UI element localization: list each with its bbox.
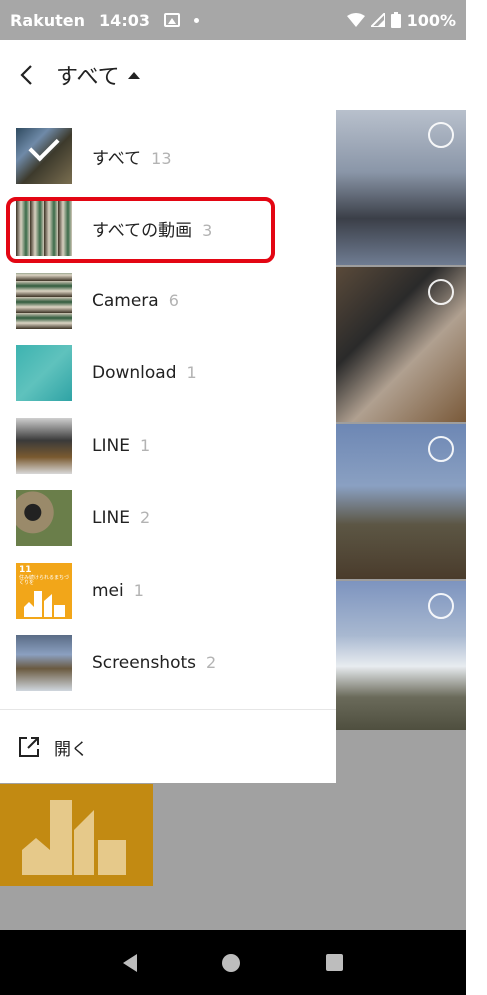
image-notification-icon	[163, 13, 180, 27]
album-thumbnail	[16, 490, 72, 546]
album-thumbnail	[16, 345, 72, 401]
album-selector[interactable]: すべて	[56, 59, 140, 91]
page-title: すべて	[56, 65, 120, 90]
mei-thumb-subtext: 住み続けられるまちづくりを	[19, 575, 70, 586]
clock: 14:03	[99, 10, 150, 30]
album-thumbnail	[16, 200, 72, 256]
album-item-download[interactable]: Download 1	[0, 337, 336, 409]
album-thumbnail	[16, 273, 72, 329]
battery-percent: 100%	[406, 10, 456, 30]
system-nav-bar	[0, 930, 466, 995]
album-item-mei[interactable]: 11 住み続けられるまちづくりを mei 1	[0, 555, 336, 627]
open-label: 開く	[54, 739, 88, 760]
mei-thumb-number: 11	[19, 565, 32, 575]
signal-icon	[370, 13, 385, 27]
album-name: LINE	[92, 436, 130, 456]
album-thumbnail: 11 住み続けられるまちづくりを	[16, 563, 72, 619]
divider	[0, 709, 336, 710]
album-item-all-videos[interactable]: すべての動画 3	[0, 192, 336, 264]
album-count: 1	[133, 581, 144, 600]
select-circle-icon[interactable]	[428, 436, 454, 462]
album-name: すべての動画	[92, 220, 193, 241]
album-count: 1	[139, 436, 151, 455]
mei-photo-thumbnail[interactable]	[0, 784, 153, 886]
album-item-all[interactable]: すべて 13	[0, 120, 336, 192]
app-header: すべて	[0, 40, 466, 110]
select-circle-icon[interactable]	[428, 279, 454, 305]
album-count: 3	[202, 220, 213, 240]
album-item-line-1[interactable]: LINE 1	[0, 410, 336, 482]
album-thumbnail	[16, 418, 72, 474]
city-buildings-icon	[24, 591, 65, 617]
album-name: LINE	[92, 508, 130, 528]
album-thumbnail	[16, 128, 72, 184]
open-external-button[interactable]: 開く	[0, 712, 336, 782]
album-dropdown: すべて 13 すべての動画 3 Camera 6 Download 1 LINE 1 LI…	[0, 110, 336, 783]
photo-thumbnail[interactable]	[336, 424, 466, 579]
album-name: mei	[92, 581, 124, 601]
nav-back-icon[interactable]	[122, 953, 137, 972]
album-item-line-2[interactable]: LINE 2	[0, 482, 336, 554]
carrier-label: Rakuten	[10, 10, 86, 30]
album-count: 2	[139, 508, 151, 527]
album-count: 2	[206, 653, 217, 672]
status-bar: Rakuten 14:03 100%	[0, 0, 466, 40]
album-name: Screenshots	[92, 653, 197, 673]
album-item-screenshots[interactable]: Screenshots 2	[0, 627, 336, 699]
select-circle-icon[interactable]	[428, 122, 454, 148]
nav-recents-icon[interactable]	[326, 954, 344, 971]
wifi-icon	[346, 13, 365, 27]
checkmark-icon	[28, 130, 60, 162]
album-name: すべて	[92, 148, 142, 169]
battery-icon	[390, 12, 401, 28]
photo-grid	[336, 110, 466, 738]
album-item-camera[interactable]: Camera 6	[0, 265, 336, 337]
album-thumbnail	[16, 635, 72, 691]
back-button[interactable]	[12, 61, 40, 89]
chevron-left-icon	[20, 65, 32, 85]
photo-thumbnail[interactable]	[336, 581, 466, 736]
album-count: 13	[151, 148, 172, 168]
nav-home-icon[interactable]	[222, 953, 241, 972]
select-circle-icon[interactable]	[428, 593, 454, 619]
photo-thumbnail[interactable]	[336, 267, 466, 422]
album-count: 6	[168, 291, 179, 310]
album-name: Download	[92, 363, 177, 383]
album-count: 1	[186, 363, 197, 382]
open-external-icon	[19, 737, 39, 757]
phone-screen: Rakuten 14:03 100% すべて すべて 13 すべての動画 3 C…	[0, 0, 466, 995]
city-buildings-icon	[21, 800, 126, 875]
album-name: Camera	[92, 291, 159, 311]
caret-up-icon	[127, 71, 140, 79]
photo-thumbnail[interactable]	[336, 110, 466, 265]
notification-dot-icon	[193, 17, 199, 23]
